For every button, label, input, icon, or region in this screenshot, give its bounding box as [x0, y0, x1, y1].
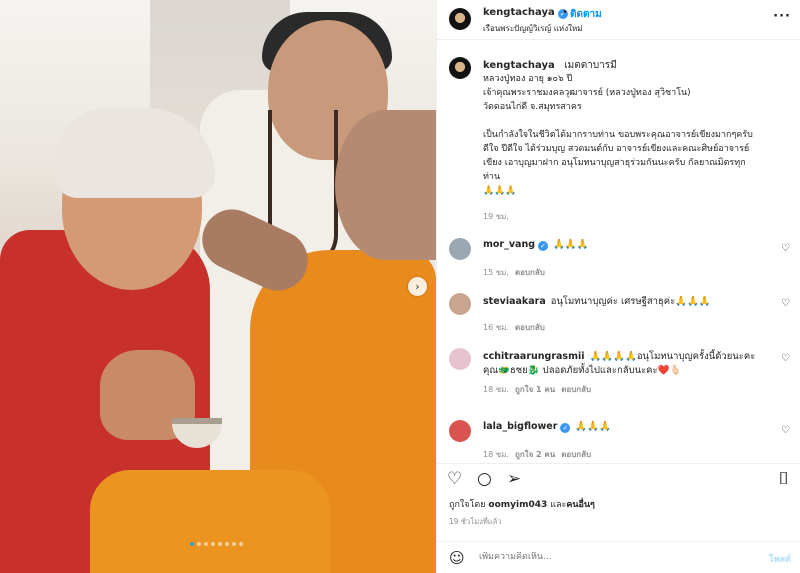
- carousel-dot: [239, 542, 243, 546]
- carousel-dot: [197, 542, 201, 546]
- comment-time[interactable]: 18 ชม.: [483, 450, 509, 459]
- carousel-indicator: [190, 542, 243, 546]
- share-icon[interactable]: ➢: [507, 469, 521, 489]
- comment-row: lala_bigflower ✓ 🙏🙏🙏: [483, 421, 611, 433]
- caption-line: วัดดอนไก่ดี จ.สมุทรสาคร: [483, 102, 582, 112]
- comment-avatar[interactable]: [449, 420, 471, 442]
- comment-text-continued: คุณ🐲ธชย🐉 ปลอดภัยทั้งไปและกลับนะคะ❤️🫰🏻: [483, 365, 682, 376]
- verified-badge-icon: ✓: [538, 241, 549, 251]
- caption-header: kengtachaya เมตตาบารมี: [483, 58, 617, 73]
- post-photo[interactable]: ›: [0, 0, 436, 573]
- carousel-next-button[interactable]: ›: [408, 277, 427, 296]
- carousel-dot: [225, 542, 229, 546]
- action-bar: ♡ ○ ➢ ⌷: [437, 463, 800, 493]
- carousel-dot: [190, 542, 194, 546]
- comment-likes[interactable]: ถูกใจ 2 คน: [515, 450, 555, 459]
- comment-text: อนุโมทนาบุญค่ะ เศรษฐีสาธุค่ะ🙏🙏🙏: [550, 296, 711, 307]
- caption-title: เมตตาบารมี: [564, 60, 617, 71]
- comment-meta: 15 ชม. ตอบกลับ: [483, 266, 545, 279]
- comment-text: 🙏🙏🙏: [553, 239, 589, 250]
- comment-like-heart-icon[interactable]: ♡: [781, 425, 790, 436]
- comment-row: steviaakara อนุโมทนาบุญค่ะ เศรษฐีสาธุค่ะ🙏…: [483, 294, 711, 309]
- carousel-dot: [211, 542, 215, 546]
- verified-badge-icon: ✓: [560, 423, 571, 433]
- author-username-text[interactable]: kengtachaya: [483, 7, 555, 18]
- caption-username[interactable]: kengtachaya: [483, 60, 555, 71]
- reply-button[interactable]: ตอบกลับ: [561, 385, 591, 394]
- chevron-right-icon: ›: [415, 280, 420, 293]
- comment-time[interactable]: 15 ชม.: [483, 268, 509, 277]
- likes-summary: ถูกใจโดย oomyim043 และคนอื่นๆ: [449, 497, 595, 511]
- comment-input[interactable]: [479, 552, 729, 562]
- comment-like-heart-icon[interactable]: ♡: [781, 298, 790, 309]
- caption-line: หลวงปู่ทอง อายุ ๑๐๖ ปี: [483, 74, 573, 84]
- reply-button[interactable]: ตอบกลับ: [561, 450, 591, 459]
- bookmark-icon[interactable]: ⌷: [779, 469, 789, 489]
- post-location[interactable]: เรือนพระปัญญ์วิเรญ์ แห่งใหม่: [483, 22, 583, 35]
- comment-avatar[interactable]: [449, 293, 471, 315]
- post-date[interactable]: 19 ชั่วโมงที่แล้ว: [449, 516, 501, 528]
- comment-icon[interactable]: ○: [477, 469, 492, 489]
- comment-avatar[interactable]: [449, 238, 471, 260]
- comment-text: 🙏🙏🙏🙏อนุโมทนาบุญครั้งนี้ด้วยนะคะ: [589, 351, 756, 362]
- comment-likes[interactable]: ถูกใจ 1 คน: [515, 385, 555, 394]
- emoji-icon[interactable]: ☺: [449, 549, 465, 567]
- comment-time[interactable]: 16 ชม.: [483, 323, 509, 332]
- likes-others-link[interactable]: คนอื่นๆ: [566, 500, 595, 510]
- comment-time[interactable]: 18 ชม.: [483, 385, 509, 394]
- carousel-dot: [204, 542, 208, 546]
- comment-meta: 16 ชม. ตอบกลับ: [483, 321, 545, 334]
- comment-row: cchitraarungrasmii 🙏🙏🙏🙏อนุโมทนาบุญครั้งนี…: [483, 349, 755, 364]
- caption-avatar[interactable]: [449, 57, 471, 79]
- comment-meta: 18 ชม. ถูกใจ 1 คน ตอบกลับ: [483, 383, 591, 396]
- add-comment-bar: ☺ โพสต์: [437, 541, 800, 573]
- comment-username[interactable]: cchitraarungrasmii: [483, 351, 585, 362]
- caption-line: เป็นกำลังใจในชีวิตได้มากราบท่าน ขอบพระคุ…: [483, 130, 753, 140]
- likes-first-user[interactable]: oomyim043: [488, 500, 547, 510]
- comment-username[interactable]: steviaakara: [483, 296, 546, 307]
- likes-prefix: ถูกใจโดย: [449, 500, 486, 510]
- caption-line: เจ้าคุณพระราชมงคลวุฒาจารย์ (หลวงปู่ทอง ส…: [483, 88, 691, 98]
- carousel-dot: [218, 542, 222, 546]
- more-options-icon[interactable]: ···: [773, 9, 791, 24]
- instagram-post-view: › kengtachaya ✓ • ติดตาม เรือนพระปัญญ์วิเ…: [0, 0, 800, 573]
- comment-like-heart-icon[interactable]: ♡: [781, 353, 790, 364]
- heart-icon[interactable]: ♡: [447, 469, 462, 489]
- caption-line: 🙏🙏🙏: [483, 186, 517, 196]
- post-comment-button[interactable]: โพสต์: [769, 552, 791, 566]
- reply-button[interactable]: ตอบกลับ: [515, 323, 545, 332]
- comment-username[interactable]: lala_bigflower: [483, 421, 557, 432]
- comment-text: 🙏🙏🙏: [575, 421, 611, 432]
- caption-line: เขียง เอาบุญมาฝาก อนุโมทนาบุญสาธุร่วมกัน…: [483, 158, 746, 168]
- comment-like-heart-icon[interactable]: ♡: [781, 243, 790, 254]
- comment-meta: 18 ชม. ถูกใจ 2 คน ตอบกลับ: [483, 448, 591, 461]
- carousel-dot: [232, 542, 236, 546]
- comment-avatar[interactable]: [449, 348, 471, 370]
- header-separator: •: [562, 7, 568, 18]
- photo-monk-robe-lower: [90, 470, 330, 573]
- caption-line: ท่าน: [483, 172, 501, 182]
- follow-button[interactable]: ติดตาม: [570, 7, 602, 22]
- caption-line: ดีใจ ปีดีใจ ได้ร่วมบุญ สวดมนต์กับ อาจารย…: [483, 144, 750, 154]
- comment-username[interactable]: mor_vang: [483, 239, 535, 250]
- author-avatar[interactable]: [449, 8, 471, 30]
- reply-button[interactable]: ตอบกลับ: [515, 268, 545, 277]
- post-header: kengtachaya ✓ • ติดตาม เรือนพระปัญญ์วิเรญ…: [437, 0, 800, 40]
- caption-time: 19 ชม.: [483, 212, 509, 221]
- comment-row: mor_vang ✓ 🙏🙏🙏: [483, 239, 589, 251]
- post-side-panel: kengtachaya ✓ • ติดตาม เรือนพระปัญญ์วิเรญ…: [436, 0, 800, 573]
- photo-monk-head: [335, 110, 436, 260]
- likes-suffix: และ: [550, 500, 567, 510]
- author-username[interactable]: kengtachaya ✓: [483, 7, 568, 19]
